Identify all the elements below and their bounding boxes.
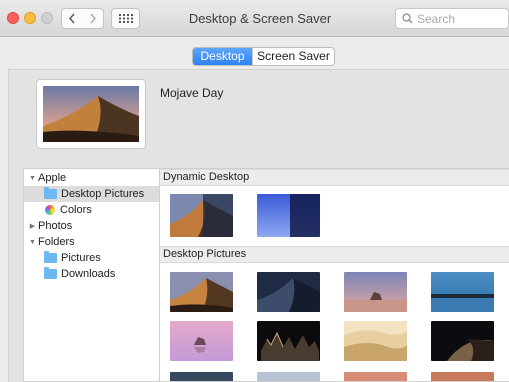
dynamic-solar-gradient-thumbnail[interactable] (257, 194, 320, 237)
folder-icon (44, 267, 57, 279)
mojave-day-thumbnail[interactable] (170, 272, 233, 312)
tab-desktop[interactable]: Desktop (193, 48, 252, 65)
window-title: Desktop & Screen Saver (188, 11, 332, 26)
wallpaper-thumbnail-partial[interactable] (344, 372, 407, 382)
dark-dune-thumbnail[interactable] (431, 321, 494, 361)
sidebar-item-label: Photos (38, 220, 73, 232)
chevron-right-icon (89, 13, 96, 24)
sidebar-item-downloads[interactable]: Downloads (24, 266, 159, 282)
search-input[interactable] (417, 11, 497, 26)
sidebar-item-label: Apple (38, 172, 67, 184)
sidebar-item-label: Colors (60, 204, 92, 216)
tab-bar: Desktop Screen Saver (192, 47, 335, 66)
wallpaper-thumbnail-partial[interactable] (257, 372, 320, 382)
sidebar-item-apple[interactable]: ▼ Apple (24, 170, 159, 186)
chevron-left-icon (69, 13, 75, 24)
sidebar-item-label: Downloads (61, 268, 116, 280)
sidebar-item-colors[interactable]: Colors (24, 202, 159, 218)
sidebar-item-pictures[interactable]: Pictures (24, 250, 159, 266)
pink-lake-thumbnail[interactable] (170, 321, 233, 361)
folder-icon (44, 187, 57, 199)
disclosure-closed-icon[interactable]: ▶ (28, 222, 37, 230)
tab-screen-saver[interactable]: Screen Saver (252, 48, 334, 65)
minimize-window-button[interactable] (24, 12, 36, 24)
section-header-desktop-pictures: Desktop Pictures (160, 246, 509, 263)
sidebar-item-label: Pictures (61, 252, 101, 264)
sidebar-item-label: Folders (38, 236, 75, 248)
sidebar-item-photos[interactable]: ▶ Photos (24, 218, 159, 234)
wallpaper-grid: Dynamic Desktop Desktop Pictures (159, 168, 509, 382)
night-rocks-thumbnail[interactable] (257, 321, 320, 361)
disclosure-open-icon[interactable]: ▼ (28, 175, 37, 182)
close-window-button[interactable] (7, 12, 19, 24)
wallpaper-name: Mojave Day (160, 86, 224, 100)
disclosure-open-icon[interactable]: ▼ (28, 239, 37, 246)
back-button[interactable] (61, 8, 83, 29)
mojave-night-thumbnail[interactable] (257, 272, 320, 312)
blue-lake-thumbnail[interactable] (431, 272, 494, 312)
show-all-button[interactable] (111, 8, 140, 29)
sidebar-item-folders[interactable]: ▼ Folders (24, 234, 159, 250)
search-icon (402, 13, 413, 24)
grid-icon (118, 14, 133, 23)
zoom-window-button[interactable] (41, 12, 53, 24)
mojave-day-thumbnail (43, 86, 139, 142)
current-wallpaper-preview (36, 79, 146, 149)
colors-icon (45, 205, 55, 215)
rock-formation-thumbnail[interactable] (344, 272, 407, 312)
source-list: ▼ Apple Desktop Pictures Colors ▶ Photos… (23, 168, 159, 382)
wallpaper-thumbnail-partial[interactable] (431, 372, 494, 382)
search-field[interactable] (395, 8, 509, 29)
folder-icon (44, 251, 57, 263)
dynamic-mojave-thumbnail[interactable] (170, 194, 233, 237)
section-header-dynamic-desktop: Dynamic Desktop (160, 169, 509, 186)
forward-button[interactable] (82, 8, 104, 29)
title-bar: Desktop & Screen Saver (0, 0, 509, 37)
sidebar-item-label: Desktop Pictures (61, 188, 145, 200)
wallpaper-thumbnail-partial[interactable] (170, 372, 233, 382)
sidebar-item-desktop-pictures[interactable]: Desktop Pictures (24, 186, 159, 202)
sand-dunes-thumbnail[interactable] (344, 321, 407, 361)
